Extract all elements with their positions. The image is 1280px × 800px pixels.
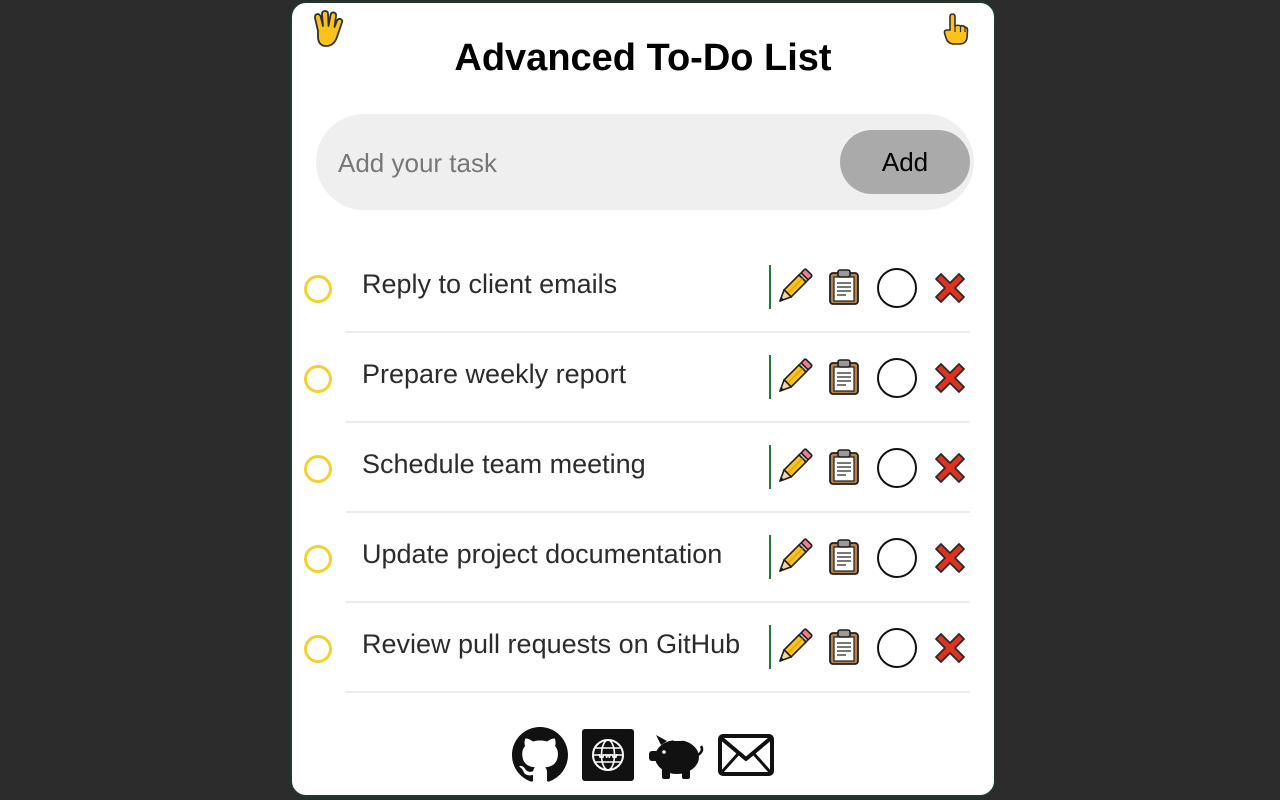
github-icon[interactable] (512, 727, 569, 788)
cross-delete-icon[interactable] (932, 360, 968, 401)
pencil-edit-icon[interactable] (774, 267, 814, 312)
cross-delete-icon[interactable] (932, 450, 968, 491)
add-button[interactable]: Add (840, 130, 970, 194)
clipboard-copy-icon[interactable] (828, 539, 860, 580)
clipboard-copy-icon[interactable] (828, 629, 860, 670)
svg-text:www: www (598, 752, 618, 760)
status-circle-icon[interactable] (876, 447, 918, 494)
task-item: Update project documentation (292, 513, 994, 603)
task-item: Schedule team meeting (292, 423, 994, 513)
task-text[interactable]: Update project documentation (362, 539, 722, 570)
task-checkbox[interactable] (304, 635, 332, 663)
footer-links: www (292, 727, 994, 783)
task-text[interactable]: Review pull requests on GitHub (362, 629, 740, 660)
action-divider (769, 265, 771, 309)
task-list: Reply to client emails Prepare weekly rep… (292, 243, 994, 693)
status-circle-icon[interactable] (876, 267, 918, 314)
add-task-bar: Add (316, 114, 974, 210)
pencil-edit-icon[interactable] (774, 627, 814, 672)
task-text[interactable]: Schedule team meeting (362, 449, 646, 480)
clipboard-copy-icon[interactable] (828, 449, 860, 490)
action-divider (769, 445, 771, 489)
task-checkbox[interactable] (304, 545, 332, 573)
status-circle-icon[interactable] (876, 357, 918, 404)
action-divider (769, 355, 771, 399)
task-checkbox[interactable] (304, 275, 332, 303)
cross-delete-icon[interactable] (932, 270, 968, 311)
status-circle-icon[interactable] (876, 537, 918, 584)
cross-delete-icon[interactable] (932, 540, 968, 581)
page-title: Advanced To-Do List (454, 37, 832, 79)
globe-website-icon[interactable]: www (581, 728, 635, 787)
task-item: Review pull requests on GitHub (292, 603, 994, 693)
action-divider (769, 625, 771, 669)
task-checkbox[interactable] (304, 455, 332, 483)
piggy-bank-icon[interactable] (647, 727, 705, 788)
cross-delete-icon[interactable] (932, 630, 968, 671)
task-checkbox[interactable] (304, 365, 332, 393)
task-text[interactable]: Prepare weekly report (362, 359, 626, 390)
pencil-edit-icon[interactable] (774, 447, 814, 492)
task-input[interactable] (336, 134, 820, 192)
todo-card: Advanced To-Do List Add Reply to client … (290, 1, 996, 797)
clipboard-copy-icon[interactable] (828, 269, 860, 310)
pencil-edit-icon[interactable] (774, 537, 814, 582)
clipboard-copy-icon[interactable] (828, 359, 860, 400)
task-text[interactable]: Reply to client emails (362, 269, 617, 300)
task-item: Reply to client emails (292, 243, 994, 333)
row-separator (346, 691, 970, 693)
action-divider (769, 535, 771, 579)
task-item: Prepare weekly report (292, 333, 994, 423)
pencil-edit-icon[interactable] (774, 357, 814, 402)
status-circle-icon[interactable] (876, 627, 918, 674)
mail-icon[interactable] (717, 733, 774, 782)
